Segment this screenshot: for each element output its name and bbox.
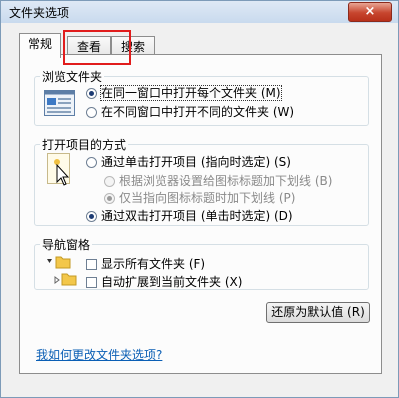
radio-single-click[interactable]: 通过单击打开项目 (指向时选定) (S) (86, 153, 291, 170)
browse-folders-title: 浏览文件夹 (40, 68, 105, 85)
restore-defaults-button[interactable]: 还原为默认值 (R) (266, 302, 370, 323)
checkbox[interactable] (86, 259, 97, 270)
folder-tree-icon (47, 256, 77, 286)
close-button[interactable]: × (348, 2, 392, 22)
window-icon (44, 90, 75, 116)
folder-options-dialog: 文件夹选项 × 常规 查看 搜索 浏览文件夹 在同一窗口中打开每个文件夹 (M)… (0, 0, 399, 398)
radio-button[interactable] (86, 211, 97, 222)
radio-label: 仅当指向图标标题时加下划线 (P) (119, 191, 296, 205)
radio-label: 通过双击打开项目 (单击时选定) (D) (101, 209, 293, 223)
title-bar: 文件夹选项 × (1, 1, 398, 23)
open-items-title: 打开项目的方式 (40, 136, 129, 153)
radio-new-window[interactable]: 在不同窗口中打开不同的文件夹 (W) (86, 103, 294, 120)
window-title: 文件夹选项 (9, 6, 70, 20)
tab-general[interactable]: 常规 (19, 33, 61, 58)
radio-button[interactable] (86, 88, 97, 99)
radio-underline-browser[interactable]: 根据浏览器设置给图标标题加下划线 (B) (104, 172, 332, 189)
radio-underline-hover[interactable]: 仅当指向图标标题时加下划线 (P) (104, 189, 295, 206)
radio-button[interactable] (104, 176, 115, 187)
radio-button[interactable] (86, 107, 97, 118)
radio-label: 在不同窗口中打开不同的文件夹 (W) (101, 105, 295, 119)
radio-button[interactable] (86, 157, 97, 168)
checkbox-auto-expand[interactable]: 自动扩展到当前文件夹 (X) (86, 273, 242, 290)
radio-button[interactable] (104, 193, 115, 204)
help-link[interactable]: 我如何更改文件夹选项? (36, 346, 162, 363)
navigation-pane-title: 导航窗格 (40, 236, 93, 253)
radio-label: 通过单击打开项目 (指向时选定) (S) (101, 155, 291, 169)
radio-same-window[interactable]: 在同一窗口中打开每个文件夹 (M) (86, 84, 282, 101)
radio-label: 根据浏览器设置给图标标题加下划线 (B) (119, 174, 333, 188)
radio-label: 在同一窗口中打开每个文件夹 (M) (100, 85, 282, 101)
checkbox-label: 自动扩展到当前文件夹 (X) (101, 275, 243, 289)
tab-panel-general: 浏览文件夹 在同一窗口中打开每个文件夹 (M) 在不同窗口中打开不同的文件夹 (… (19, 54, 382, 374)
checkbox-show-all-folders[interactable]: 显示所有文件夹 (F) (86, 255, 205, 272)
checkbox[interactable] (86, 277, 97, 288)
radio-double-click[interactable]: 通过双击打开项目 (单击时选定) (D) (86, 207, 293, 224)
highlight-box (63, 30, 131, 65)
checkbox-label: 显示所有文件夹 (F) (101, 257, 206, 271)
click-cursor-icon (47, 153, 70, 186)
